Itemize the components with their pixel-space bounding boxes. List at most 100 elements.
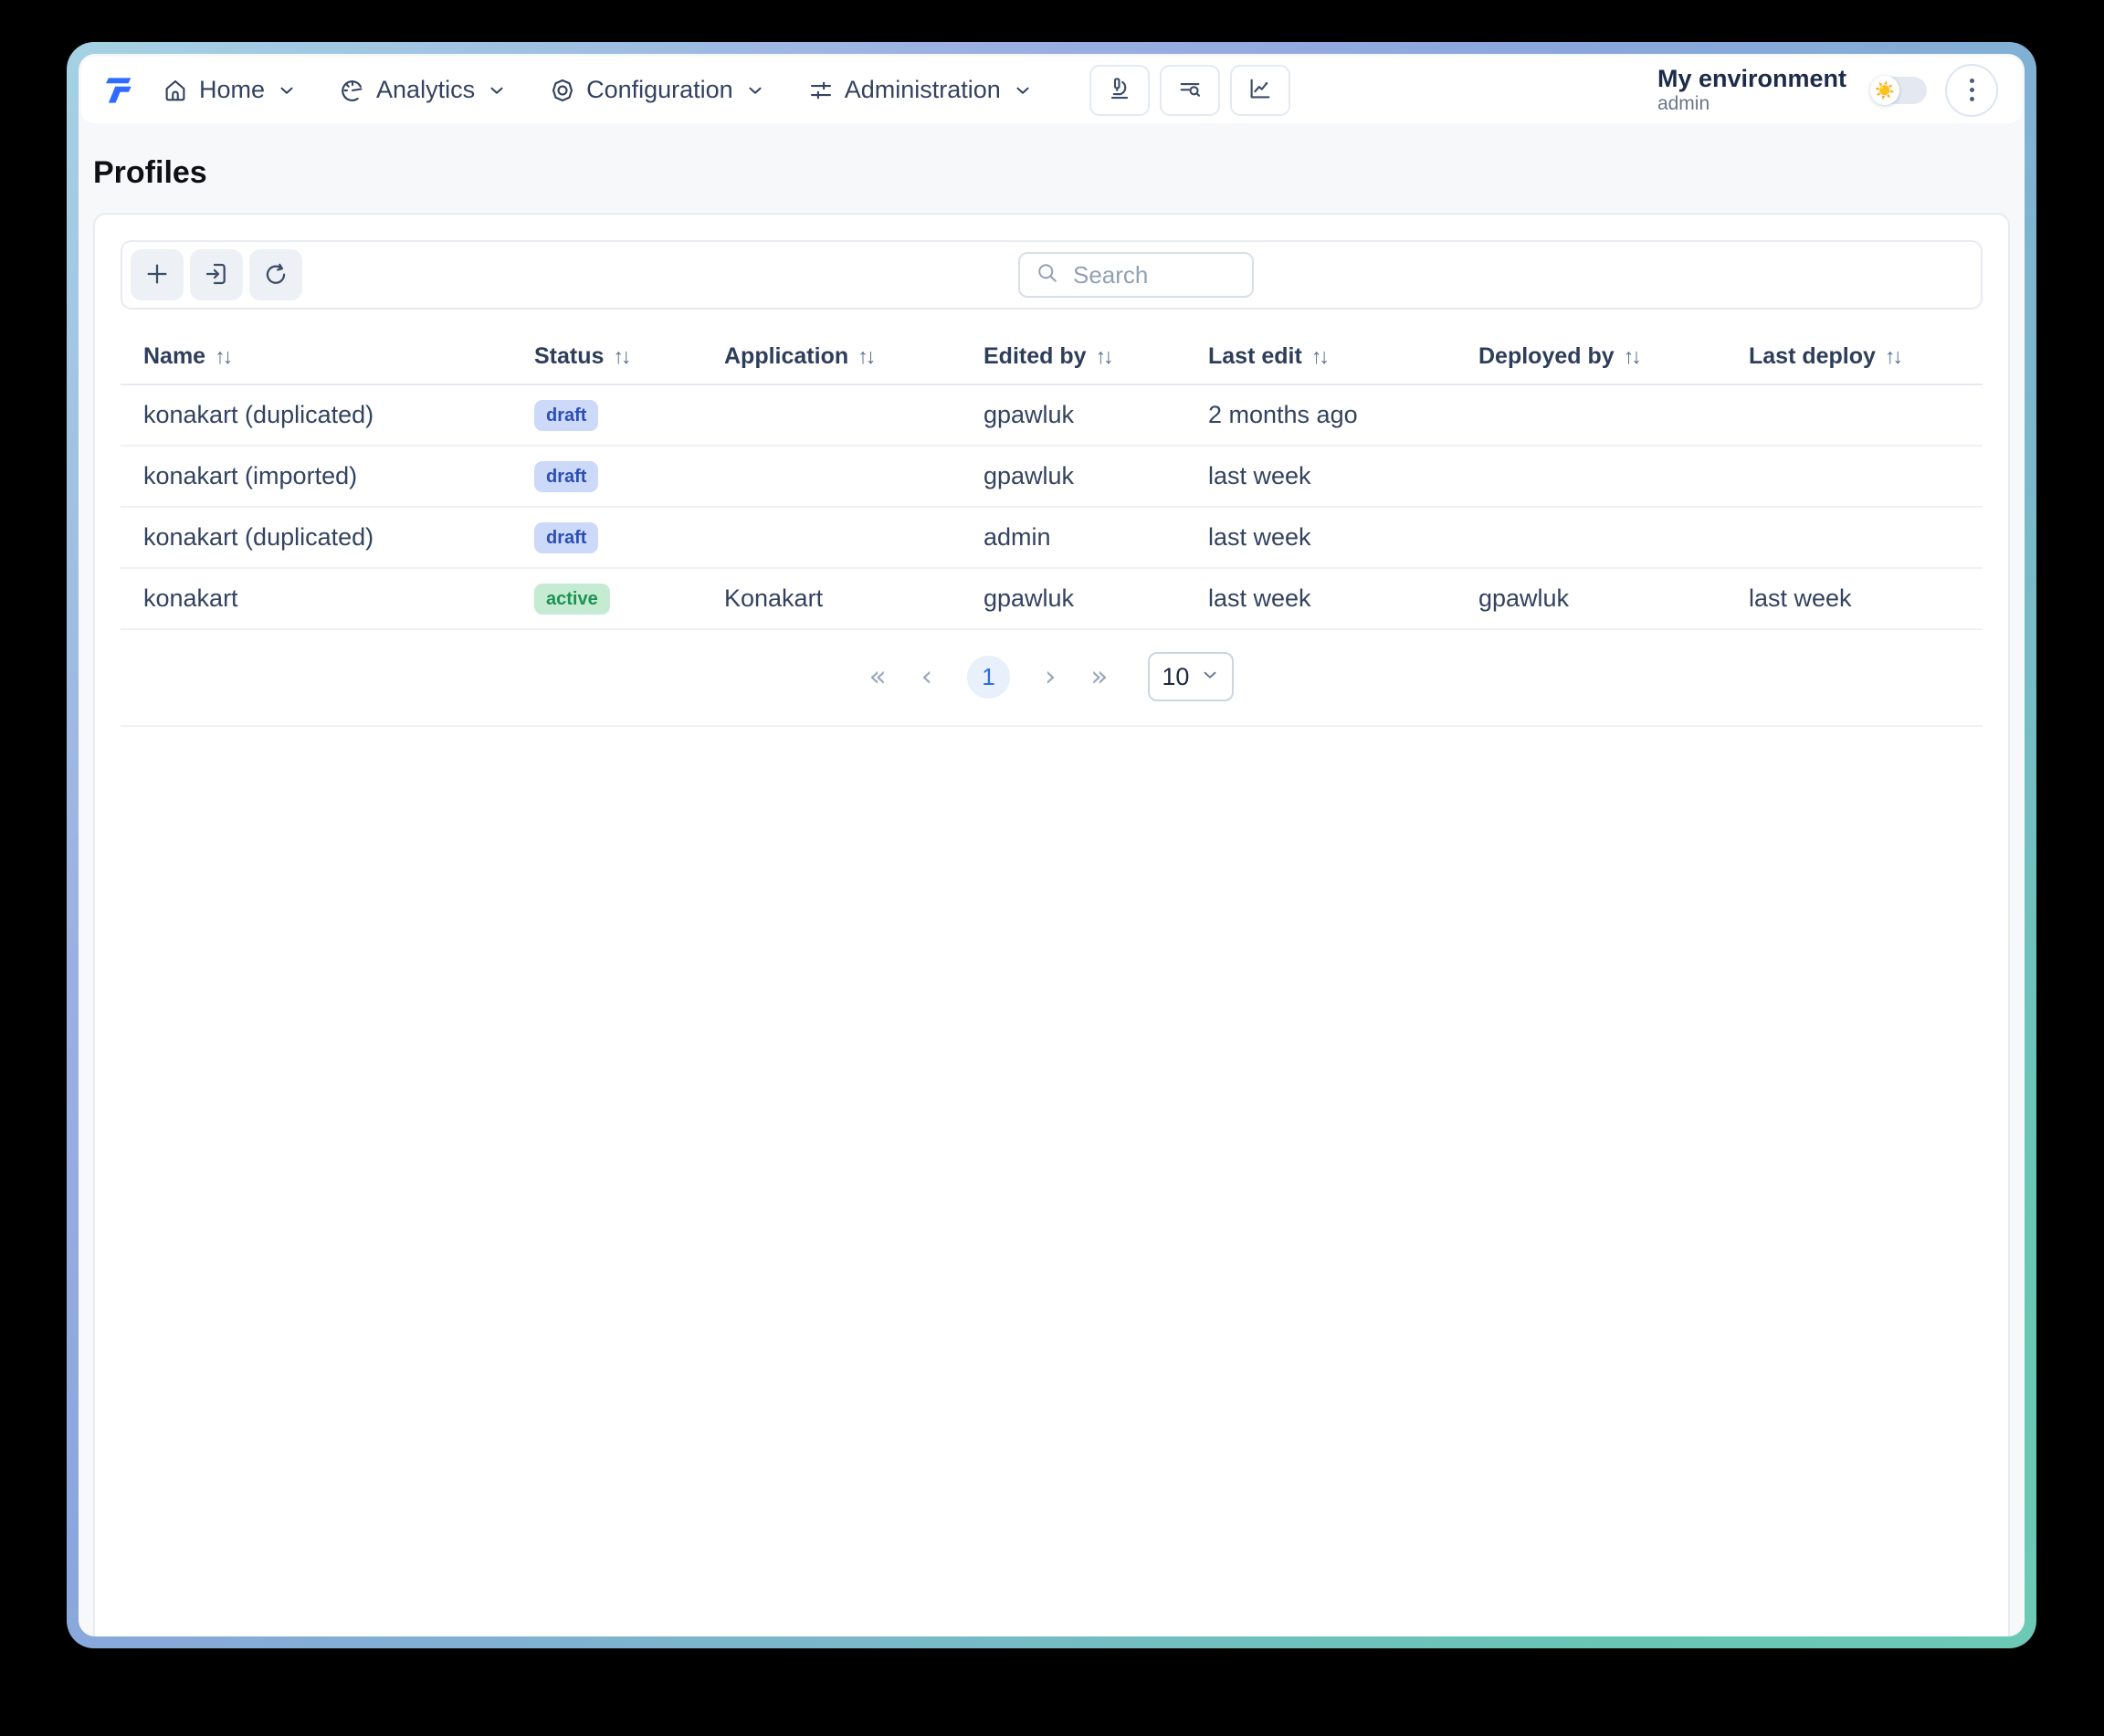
table-row[interactable]: konakartactiveKonakartgpawluklast weekgp… <box>121 568 1983 629</box>
cell-last-deploy <box>1726 507 1983 568</box>
profiles-table: Name↑↓Status↑↓Application↑↓Edited by↑↓La… <box>121 331 1983 630</box>
search-container <box>1018 252 1254 298</box>
page-size-value: 10 <box>1162 663 1189 691</box>
environment-user: admin <box>1657 93 1846 115</box>
status-badge: draft <box>534 522 598 553</box>
sort-icon[interactable]: ↑↓ <box>1624 344 1639 368</box>
cell-last-edit: last week <box>1185 507 1456 568</box>
add-profile-button[interactable] <box>131 249 184 300</box>
line-chart-button[interactable] <box>1230 65 1290 116</box>
cell-last-deploy: last week <box>1726 568 1983 629</box>
cell-name: konakart (imported) <box>121 446 511 507</box>
app-frame: Home Analytics <box>67 42 2036 1648</box>
nav-icon-buttons <box>1089 65 1290 116</box>
next-page-button[interactable]: › <box>1045 663 1056 691</box>
chevron-down-icon <box>1200 663 1220 691</box>
search-input[interactable] <box>1071 260 1237 290</box>
import-icon <box>202 259 231 291</box>
navbar-right: My environment admin ☀️ <box>1657 64 1998 117</box>
environment-block: My environment admin <box>1657 65 1846 115</box>
table-row[interactable]: konakart (duplicated)draftadminlast week <box>121 507 1983 568</box>
sort-icon[interactable]: ↑↓ <box>215 344 230 368</box>
column-header-application[interactable]: Application ↑↓ <box>701 331 961 384</box>
previous-page-button[interactable]: ‹ <box>921 663 932 691</box>
sun-icon: ☀️ <box>1875 82 1895 99</box>
refresh-button[interactable] <box>249 249 302 300</box>
nav-item-home[interactable]: Home <box>162 76 297 104</box>
status-badge: active <box>534 584 610 615</box>
last-page-button[interactable]: » <box>1090 663 1108 691</box>
microscope-button[interactable] <box>1089 65 1150 116</box>
app-window: Home Analytics <box>79 54 2025 1636</box>
list-search-button[interactable] <box>1160 65 1220 116</box>
sliders-icon <box>807 77 835 104</box>
target-icon <box>549 77 576 104</box>
more-options-button[interactable] <box>1945 64 1998 117</box>
brand-logo-icon[interactable] <box>98 70 138 110</box>
cell-edited-by: gpawluk <box>961 568 1185 629</box>
cell-application <box>701 507 961 568</box>
table-row[interactable]: konakart (duplicated)draftgpawluk2 month… <box>121 384 1983 446</box>
sort-icon[interactable]: ↑↓ <box>613 344 628 368</box>
sort-icon[interactable]: ↑↓ <box>1885 344 1900 368</box>
nav-item-configuration[interactable]: Configuration <box>549 76 765 104</box>
page-size-select[interactable]: 10 <box>1148 652 1234 701</box>
microscope-icon <box>1106 75 1133 105</box>
chevron-down-icon <box>277 80 297 100</box>
column-label: Application <box>724 343 848 369</box>
plus-icon <box>142 259 172 291</box>
cell-last-edit: last week <box>1185 568 1456 629</box>
cell-status: active <box>511 568 701 629</box>
chevron-down-icon <box>745 80 765 100</box>
sort-icon[interactable]: ↑↓ <box>857 344 873 368</box>
column-header-name[interactable]: Name ↑↓ <box>121 331 511 384</box>
column-label: Name <box>143 343 205 369</box>
page-title: Profiles <box>93 154 2010 191</box>
cell-status: draft <box>511 384 701 446</box>
column-header-status[interactable]: Status ↑↓ <box>511 331 701 384</box>
chevron-down-icon <box>1013 80 1033 100</box>
first-page-button[interactable]: « <box>869 663 887 691</box>
cell-last-edit: 2 months ago <box>1185 384 1456 446</box>
status-badge: draft <box>534 400 598 431</box>
nav-item-label: Configuration <box>586 76 733 104</box>
chevron-down-icon <box>487 80 507 100</box>
theme-toggle-knob: ☀️ <box>1870 76 1899 105</box>
cell-deployed-by <box>1456 446 1726 507</box>
nav-item-label: Administration <box>845 76 1001 104</box>
cell-edited-by: gpawluk <box>961 446 1185 507</box>
column-label: Deployed by <box>1478 343 1615 369</box>
cell-edited-by: gpawluk <box>961 384 1185 446</box>
cell-last-deploy <box>1726 446 1983 507</box>
column-header-edited-by[interactable]: Edited by ↑↓ <box>961 331 1185 384</box>
kebab-icon <box>1970 79 1974 83</box>
cell-status: draft <box>511 446 701 507</box>
sort-icon[interactable]: ↑↓ <box>1311 344 1327 368</box>
nav-item-analytics[interactable]: Analytics <box>339 76 507 104</box>
home-icon <box>162 77 189 104</box>
profiles-card: Name↑↓Status↑↓Application↑↓Edited by↑↓La… <box>93 213 2010 1636</box>
sort-icon[interactable]: ↑↓ <box>1096 344 1111 368</box>
column-label: Last edit <box>1208 343 1302 369</box>
cell-application: Konakart <box>701 568 961 629</box>
cell-application <box>701 446 961 507</box>
import-profile-button[interactable] <box>190 249 243 300</box>
table-row[interactable]: konakart (imported)draftgpawluklast week <box>121 446 1983 507</box>
column-header-last-deploy[interactable]: Last deploy ↑↓ <box>1726 331 1983 384</box>
nav-item-label: Home <box>199 76 265 104</box>
main-content: Profiles <box>79 123 2025 1636</box>
column-label: Status <box>534 343 604 369</box>
column-header-last-edit[interactable]: Last edit ↑↓ <box>1185 331 1456 384</box>
column-label: Edited by <box>984 343 1087 369</box>
cell-status: draft <box>511 507 701 568</box>
refresh-icon <box>261 259 290 291</box>
column-header-deployed-by[interactable]: Deployed by ↑↓ <box>1456 331 1726 384</box>
current-page-button[interactable]: 1 <box>967 656 1010 699</box>
column-label: Last deploy <box>1749 343 1876 369</box>
cell-name: konakart <box>121 568 511 629</box>
nav-item-administration[interactable]: Administration <box>807 76 1033 104</box>
table-header-row: Name↑↓Status↑↓Application↑↓Edited by↑↓La… <box>121 331 1983 384</box>
cell-last-deploy <box>1726 384 1983 446</box>
theme-toggle[interactable]: ☀️ <box>1870 77 1927 104</box>
cell-deployed-by <box>1456 384 1726 446</box>
